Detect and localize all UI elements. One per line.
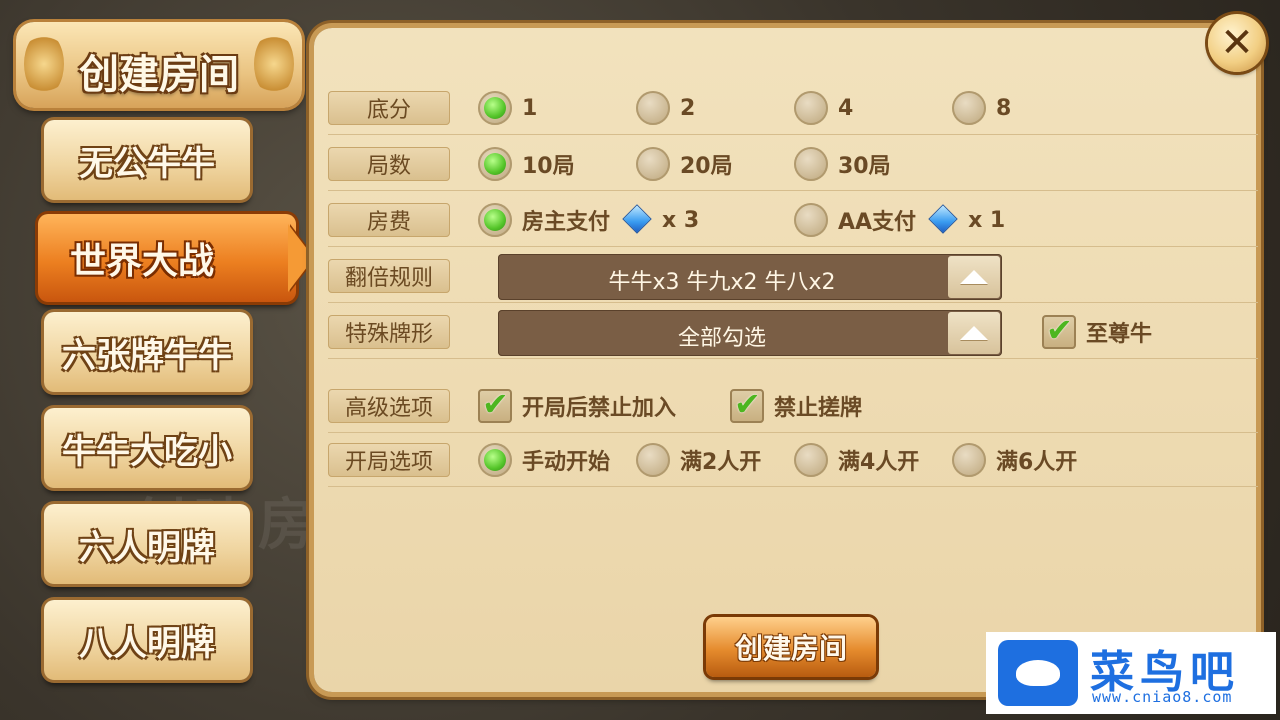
option-label: 禁止搓牌 <box>774 396 863 421</box>
create-room-label: 创建房间 <box>734 632 847 665</box>
advanced-label: 高级选项 <box>328 389 450 423</box>
diamond-icon <box>620 206 652 234</box>
option-no-squeeze[interactable]: 禁止搓牌 <box>730 385 863 423</box>
dropdown-value: 牛牛x3 牛九x2 牛八x2 <box>608 270 836 295</box>
menu-item-shijie-dazhan[interactable]: 世界大战 <box>38 214 314 302</box>
option-label: 8 <box>996 95 1012 121</box>
option-base-score-2[interactable]: 2 <box>636 91 695 125</box>
start-label: 开局选项 <box>328 443 450 477</box>
option-label: AA支付 <box>838 210 917 235</box>
option-rounds-20[interactable]: 20局 <box>636 147 733 181</box>
option-start-6[interactable]: 满6人开 <box>952 443 1077 477</box>
dropdown-toggle-button[interactable] <box>948 256 1000 298</box>
row-double-rule: 翻倍规则 牛牛x3 牛九x2 牛八x2 <box>328 252 1258 303</box>
menu-item-label: 六人明牌 <box>79 527 215 568</box>
row-special: 特殊牌形 全部勾选 至尊牛 <box>328 308 1258 359</box>
fee-label: 房费 <box>328 203 450 237</box>
radio-icon[interactable] <box>952 443 986 477</box>
option-label: 满4人开 <box>838 450 920 475</box>
special-label: 特殊牌形 <box>328 315 450 349</box>
menu-item-label: 无公牛牛 <box>79 143 215 184</box>
base-score-label: 底分 <box>328 91 450 125</box>
checkbox-checked-icon[interactable] <box>1042 311 1076 349</box>
option-base-score-4[interactable]: 4 <box>794 91 853 125</box>
option-label: 20局 <box>680 154 733 179</box>
radio-selected-icon[interactable] <box>478 443 512 477</box>
menu-item-niuniu-dachixiao[interactable]: 牛牛大吃小 <box>44 408 250 488</box>
option-start-manual[interactable]: 手动开始 <box>478 443 610 477</box>
option-zhizun-niu[interactable]: 至尊牛 <box>1042 311 1153 349</box>
menu-item-liuzhangpai-niuniu[interactable]: 六张牌牛牛 <box>44 312 250 392</box>
option-label: 1 <box>522 95 538 121</box>
watermark-url: www.cniao8.com <box>1092 688 1233 706</box>
double-rule-dropdown[interactable]: 牛牛x3 牛九x2 牛八x2 <box>498 254 1002 300</box>
watermark: 菜鸟吧 www.cniao8.com <box>986 632 1276 714</box>
close-icon: ✕ <box>1220 20 1254 66</box>
menu-item-wugong-niuniu[interactable]: 无公牛牛 <box>44 120 250 200</box>
close-button[interactable]: ✕ <box>1208 14 1266 72</box>
radio-icon[interactable] <box>636 147 670 181</box>
option-label: 满2人开 <box>680 450 762 475</box>
menu-item-liuren-mingpai[interactable]: 六人明牌 <box>44 504 250 584</box>
radio-selected-icon[interactable] <box>478 91 512 125</box>
radio-icon[interactable] <box>794 203 828 237</box>
checkbox-checked-icon[interactable] <box>730 385 764 423</box>
radio-icon[interactable] <box>794 91 828 125</box>
dropdown-toggle-button[interactable] <box>948 312 1000 354</box>
checkbox-checked-icon[interactable] <box>478 385 512 423</box>
page-title: 创建房间 <box>79 52 239 98</box>
menu-item-label: 八人明牌 <box>79 623 215 664</box>
radio-selected-icon[interactable] <box>478 203 512 237</box>
chevron-up-icon <box>960 270 988 284</box>
option-label: 满6人开 <box>996 450 1078 475</box>
row-start: 开局选项 手动开始 满2人开 满4人开 满6人开 <box>328 436 1258 487</box>
option-fee-owner[interactable]: 房主支付 x 3 <box>478 203 699 237</box>
option-no-join-after-start[interactable]: 开局后禁止加入 <box>478 385 677 423</box>
bird-logo-icon <box>998 640 1078 706</box>
option-start-2[interactable]: 满2人开 <box>636 443 761 477</box>
radio-icon[interactable] <box>952 91 986 125</box>
row-rounds: 局数 10局 20局 30局 <box>328 140 1258 191</box>
option-label: 房主支付 <box>522 210 611 235</box>
radio-icon[interactable] <box>636 443 670 477</box>
create-room-button[interactable]: 创建房间 <box>706 617 876 677</box>
radio-icon[interactable] <box>794 147 828 181</box>
radio-selected-icon[interactable] <box>478 147 512 181</box>
option-label: 2 <box>680 95 696 121</box>
option-label: 4 <box>838 95 854 121</box>
row-advanced: 高级选项 开局后禁止加入 禁止搓牌 <box>328 382 1258 433</box>
option-label: 10局 <box>522 154 575 179</box>
menu-item-label: 六张牌牛牛 <box>62 335 232 376</box>
double-rule-label: 翻倍规则 <box>328 259 450 293</box>
option-rounds-10[interactable]: 10局 <box>478 147 575 181</box>
row-fee: 房费 房主支付 x 3 AA支付 x 1 <box>328 196 1258 247</box>
fee-cost: x 3 <box>662 207 700 233</box>
option-start-4[interactable]: 满4人开 <box>794 443 919 477</box>
radio-icon[interactable] <box>794 443 828 477</box>
option-label: 手动开始 <box>522 450 611 475</box>
option-base-score-1[interactable]: 1 <box>478 91 537 125</box>
row-base-score: 底分 1 2 4 8 <box>328 84 1258 135</box>
option-rounds-30[interactable]: 30局 <box>794 147 891 181</box>
diamond-icon <box>926 206 958 234</box>
title-banner: 创建房间 <box>16 22 302 108</box>
option-label: 30局 <box>838 154 891 179</box>
rounds-label: 局数 <box>328 147 450 181</box>
option-label: 开局后禁止加入 <box>522 396 677 421</box>
chevron-up-icon <box>960 326 988 340</box>
chevron-right-icon <box>288 224 314 292</box>
menu-item-label: 牛牛大吃小 <box>62 431 232 472</box>
option-label: 至尊牛 <box>1086 322 1153 347</box>
fee-cost: x 1 <box>968 207 1006 233</box>
option-base-score-8[interactable]: 8 <box>952 91 1011 125</box>
menu-item-baren-mingpai[interactable]: 八人明牌 <box>44 600 250 680</box>
menu-item-label: 世界大战 <box>70 241 215 282</box>
option-fee-aa[interactable]: AA支付 x 1 <box>794 203 1005 237</box>
special-dropdown[interactable]: 全部勾选 <box>498 310 1002 356</box>
radio-icon[interactable] <box>636 91 670 125</box>
dropdown-value: 全部勾选 <box>677 326 766 351</box>
